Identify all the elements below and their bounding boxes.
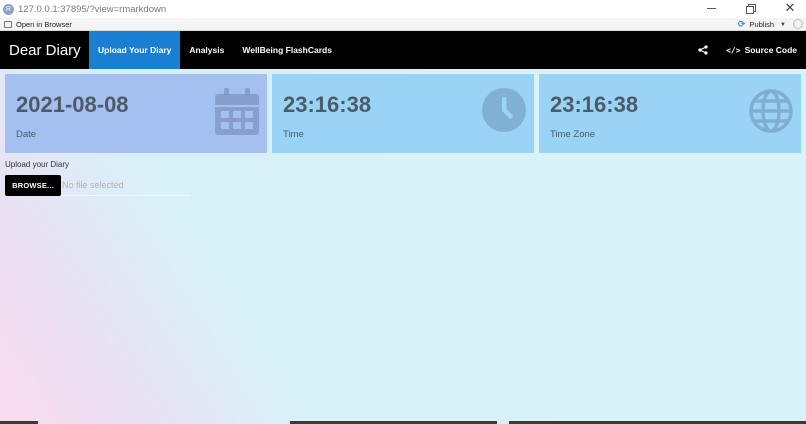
time-caption: Time (283, 129, 304, 140)
date-caption: Date (16, 129, 37, 140)
publish-label: Publish (749, 20, 775, 29)
brand-title[interactable]: Dear Diary (0, 31, 89, 69)
code-icon: </> (726, 45, 741, 55)
main-content: 2021-08-08 Date 23:16:38 Time 23:16:38 T… (0, 69, 806, 424)
close-button[interactable]: ✕ (784, 1, 796, 14)
window-url: 127.0.0.1:37895/?view=rmarkdown (18, 3, 167, 15)
calendar-icon (215, 88, 259, 135)
file-name-field[interactable]: No file selected (62, 175, 190, 196)
time-value: 23:16:38 (283, 92, 372, 117)
upload-label: Upload your Diary (5, 160, 70, 169)
date-value: 2021-08-08 (16, 92, 129, 117)
timezone-caption: Time Zone (550, 129, 596, 140)
refresh-icon[interactable] (793, 19, 803, 29)
globe-icon (749, 89, 793, 133)
browse-button[interactable]: BROWSE... (5, 175, 61, 196)
tab-wellbeing-flashcards[interactable]: WellBeing FlashCards (233, 31, 341, 69)
top-navbar: Dear Diary Upload Your Diary Analysis We… (0, 31, 806, 69)
r-app-icon: R (3, 3, 14, 15)
date-value-box: 2021-08-08 Date (5, 74, 267, 153)
source-code-label: Source Code (744, 45, 797, 55)
browser-icon (4, 20, 12, 28)
tab-analysis[interactable]: Analysis (180, 31, 233, 69)
open-in-browser-button[interactable]: Open in Browser (4, 20, 72, 29)
timezone-value-box: 23:16:38 Time Zone (539, 74, 801, 153)
time-value-box: 23:16:38 Time (272, 74, 534, 153)
publish-icon: ⟳ (737, 19, 746, 29)
open-in-browser-label: Open in Browser (16, 19, 72, 29)
share-icon[interactable] (698, 45, 708, 55)
clock-icon (482, 88, 526, 132)
minimize-button[interactable] (706, 2, 718, 14)
value-boxes-row: 2021-08-08 Date 23:16:38 Time 23:16:38 T… (5, 74, 801, 153)
timezone-value: 23:16:38 (550, 92, 639, 117)
viewer-toolbar: Open in Browser ⟳ Publish ▼ (0, 18, 806, 31)
source-code-button[interactable]: </> Source Code (726, 45, 797, 55)
window-controls: ✕ (706, 1, 796, 14)
tab-upload-your-diary[interactable]: Upload Your Diary (89, 31, 181, 69)
file-upload-input[interactable]: BROWSE... No file selected (5, 175, 190, 196)
restore-button[interactable] (745, 2, 757, 14)
window-titlebar: R 127.0.0.1:37895/?view=rmarkdown ✕ (0, 0, 806, 18)
publish-button[interactable]: ⟳ Publish ▼ (738, 19, 786, 30)
chevron-down-icon[interactable]: ▼ (780, 22, 786, 28)
